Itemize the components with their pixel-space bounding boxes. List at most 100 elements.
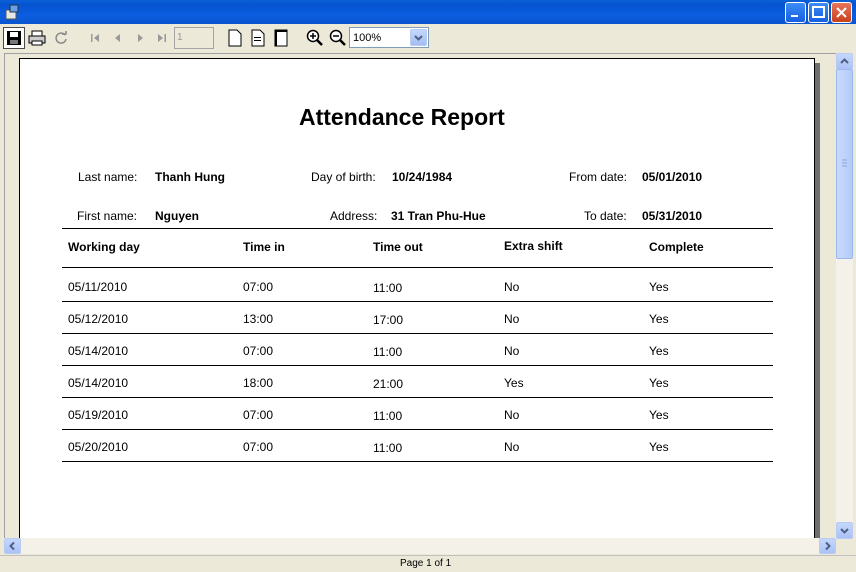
previous-page-icon (115, 34, 120, 42)
report-title: Attendance Report (299, 104, 505, 130)
table-row-rule (62, 461, 773, 462)
chevron-left-icon (9, 541, 15, 551)
vertical-scroll-thumb[interactable] (836, 69, 853, 259)
refresh-icon (55, 31, 67, 44)
first-page-button[interactable] (84, 27, 106, 49)
single-page-button[interactable] (224, 27, 246, 49)
printer-icon (28, 30, 46, 46)
page-indicator: Page 1 of 1 (400, 558, 452, 569)
scroll-left-button[interactable] (4, 538, 21, 554)
horizontal-scrollbar[interactable] (4, 538, 836, 554)
close-icon (836, 7, 847, 18)
column-header-time-out: Time out (373, 240, 423, 254)
whole-page-icon (274, 29, 288, 47)
dob-value: 10/24/1984 (392, 170, 453, 184)
cell-extra-shift: No (504, 440, 520, 454)
cell-complete: Yes (649, 440, 669, 454)
cell-extra-shift: Yes (504, 376, 524, 390)
cell-time-out: 11:00 (373, 409, 403, 423)
refresh-button[interactable] (50, 27, 72, 49)
floppy-disk-icon (7, 31, 21, 45)
from-date-value: 05/01/2010 (642, 170, 703, 184)
to-date-value: 05/31/2010 (642, 209, 703, 223)
zoom-value: 100% (353, 32, 382, 44)
next-page-button[interactable] (129, 27, 151, 49)
cell-complete: Yes (649, 408, 669, 422)
table-row-rule (62, 429, 773, 430)
single-page-icon (228, 29, 242, 47)
table-row-rule (62, 365, 773, 366)
cell-working-day: 05/14/2010 (68, 376, 129, 390)
app-icon[interactable] (4, 4, 20, 20)
last-page-icon (158, 34, 166, 42)
column-header-extra-shift: Extra shift (504, 239, 563, 253)
column-header-time-in: Time in (243, 240, 285, 254)
cell-working-day: 05/14/2010 (68, 344, 129, 358)
cell-time-out: 11:00 (373, 441, 403, 455)
cell-working-day: 05/20/2010 (68, 440, 129, 454)
cell-time-out: 21:00 (373, 377, 404, 391)
zoom-in-button[interactable] (304, 27, 326, 49)
status-bar: Page 1 of 1 (0, 555, 856, 572)
cell-complete: Yes (649, 312, 669, 326)
from-date-label: From date: (569, 170, 628, 184)
save-button[interactable] (3, 27, 25, 49)
table-row-rule (62, 397, 773, 398)
cell-time-in: 07:00 (243, 280, 274, 294)
minimize-button[interactable] (785, 2, 806, 23)
cell-time-in: 07:00 (243, 408, 274, 422)
cell-working-day: 05/11/2010 (68, 280, 128, 294)
first-name-value: Nguyen (155, 209, 200, 223)
cell-time-out: 11:00 (373, 345, 403, 359)
table-header-rule (62, 267, 773, 268)
table-row-rule (62, 333, 773, 334)
cell-time-in: 13:00 (243, 312, 274, 326)
chevron-up-icon (840, 58, 849, 64)
print-button[interactable] (26, 27, 48, 49)
zoom-dropdown-button[interactable] (410, 29, 427, 46)
zoom-out-button[interactable] (327, 27, 349, 49)
cell-complete: Yes (649, 376, 669, 390)
table-top-rule (62, 228, 773, 229)
previous-page-button[interactable] (107, 27, 129, 49)
page-number-input[interactable]: 1 (174, 27, 214, 49)
maximize-button[interactable] (808, 2, 829, 23)
cell-working-day: 05/12/2010 (68, 312, 129, 326)
maximize-icon (812, 6, 825, 18)
last-page-button[interactable] (151, 27, 173, 49)
page-width-icon (251, 29, 265, 47)
cell-time-in: 18:00 (243, 376, 274, 390)
column-header-complete: Complete (649, 240, 704, 254)
column-header-working-day: Working day (68, 240, 140, 254)
close-button[interactable] (831, 2, 852, 23)
page-width-button[interactable] (247, 27, 269, 49)
scroll-right-button[interactable] (819, 538, 836, 554)
zoom-select[interactable]: 100% (349, 27, 429, 48)
last-name-value: Thanh Hung (155, 170, 225, 184)
minimize-icon (791, 15, 798, 17)
next-page-icon (138, 34, 143, 42)
address-label: Address: (330, 209, 378, 223)
first-page-icon (91, 34, 99, 42)
title-bar (0, 0, 856, 24)
scroll-up-button[interactable] (836, 53, 853, 70)
cell-time-in: 07:00 (243, 344, 274, 358)
zoom-in-icon (306, 29, 323, 46)
cell-extra-shift: No (504, 280, 520, 294)
grip-icon (842, 159, 847, 167)
chevron-right-icon (825, 541, 831, 551)
cell-time-out: 17:00 (373, 313, 404, 327)
toolbar: 1 100% (0, 24, 856, 52)
chevron-down-icon (414, 35, 423, 41)
cell-extra-shift: No (504, 344, 520, 358)
table-row-rule (62, 301, 773, 302)
whole-page-button[interactable] (270, 27, 292, 49)
dob-label: Day of birth: (311, 170, 376, 184)
cell-time-in: 07:00 (243, 440, 274, 454)
cell-complete: Yes (649, 344, 669, 358)
scroll-down-button[interactable] (836, 522, 853, 539)
address-value: 31 Tran Phu-Hue (391, 209, 486, 223)
cell-working-day: 05/19/2010 (68, 408, 129, 422)
to-date-label: To date: (584, 209, 627, 223)
cell-time-out: 11:00 (373, 281, 403, 295)
